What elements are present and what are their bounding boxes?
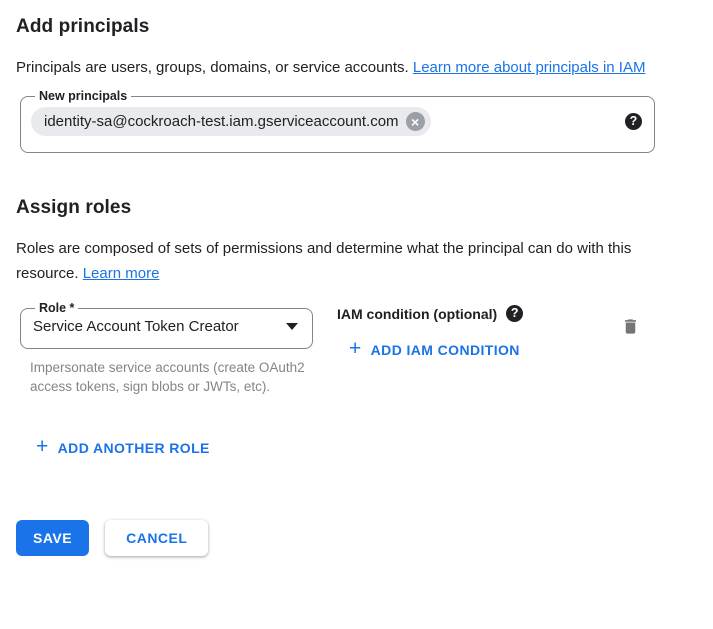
dropdown-arrow-icon [286,323,298,330]
principal-chip-value: identity-sa@cockroach-test.iam.gservicea… [44,113,399,130]
new-principals-field[interactable]: New principals identity-sa@cockroach-tes… [20,89,655,153]
new-principals-input-area[interactable]: identity-sa@cockroach-test.iam.gservicea… [31,105,642,136]
cancel-button[interactable]: CANCEL [105,520,208,556]
plus-icon: + [349,338,362,359]
principals-description-text: Principals are users, groups, domains, o… [16,59,409,76]
roles-description: Roles are composed of sets of permission… [16,236,636,286]
new-principals-help-icon[interactable]: ? [625,113,642,130]
role-assignment-row: Role * Service Account Token Creator Imp… [16,301,697,396]
role-label: Role * [35,301,78,315]
new-principals-label: New principals [35,89,131,103]
add-principals-panel: Add principals Principals are users, gro… [0,0,713,629]
iam-condition-column: IAM condition (optional) ? + ADD IAM CON… [337,301,528,365]
principals-description: Principals are users, groups, domains, o… [16,55,668,80]
add-another-role-button[interactable]: + ADD ANOTHER ROLE [28,432,218,463]
assign-roles-title: Assign roles [16,197,697,219]
chip-remove-icon[interactable]: × [406,112,425,131]
delete-role-button[interactable] [619,314,642,342]
iam-condition-label: IAM condition (optional) [337,306,497,322]
iam-condition-help-icon[interactable]: ? [506,305,523,322]
principal-chip[interactable]: identity-sa@cockroach-test.iam.gservicea… [31,107,431,136]
add-iam-condition-label: ADD IAM CONDITION [371,342,520,358]
page-title: Add principals [16,16,697,38]
role-selected-value: Service Account Token Creator [33,318,239,335]
learn-more-roles-link[interactable]: Learn more [83,265,160,282]
role-helper-text: Impersonate service accounts (create OAu… [30,358,306,396]
role-dropdown[interactable]: Service Account Token Creator [31,315,302,335]
trash-icon [621,316,640,337]
action-buttons-row: SAVE CANCEL [16,520,697,556]
plus-icon: + [36,436,49,457]
role-select-field[interactable]: Role * Service Account Token Creator [20,301,313,349]
add-another-role-row: + ADD ANOTHER ROLE [28,432,697,463]
add-another-role-label: ADD ANOTHER ROLE [58,440,210,456]
iam-condition-label-row: IAM condition (optional) ? [337,301,528,322]
delete-role-column [619,301,642,342]
save-button[interactable]: SAVE [16,520,89,556]
learn-more-principals-link[interactable]: Learn more about principals in IAM [413,59,646,76]
add-iam-condition-button[interactable]: + ADD IAM CONDITION [341,334,528,365]
role-column: Role * Service Account Token Creator Imp… [20,301,317,396]
